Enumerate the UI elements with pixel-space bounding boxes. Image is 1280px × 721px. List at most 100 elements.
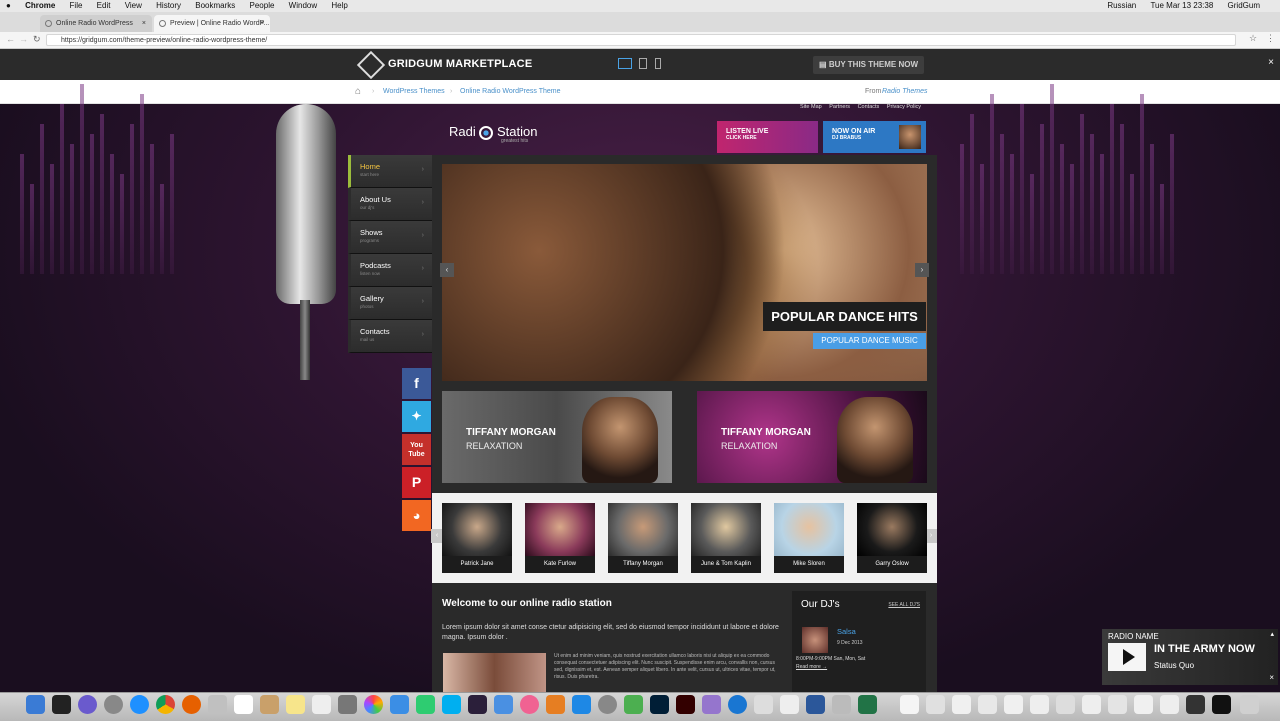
menu-item-shows[interactable]: Shows programs › xyxy=(348,221,432,254)
menu-item-gallery[interactable]: Gallery photos › xyxy=(348,287,432,320)
trash-icon[interactable] xyxy=(1240,695,1259,714)
menu-people[interactable]: People xyxy=(250,0,275,12)
play-button[interactable] xyxy=(1108,643,1146,671)
home-icon[interactable]: ⌂ xyxy=(355,80,361,103)
dj-card[interactable]: Tiffany Morgan xyxy=(608,503,678,573)
document-icon[interactable] xyxy=(978,695,997,714)
player-close-icon[interactable]: × xyxy=(1269,673,1274,682)
document-icon[interactable] xyxy=(1004,695,1023,714)
buy-theme-button[interactable]: ▤ BUY THIS THEME NOW xyxy=(813,56,924,74)
see-all-djs-link[interactable]: SEE ALL DJ'S xyxy=(888,602,920,608)
photoshop-icon[interactable] xyxy=(650,695,669,714)
user-name[interactable]: GridGum xyxy=(1228,0,1260,12)
read-more-link[interactable]: Read more → xyxy=(796,664,827,670)
word-icon[interactable] xyxy=(806,695,825,714)
tab-close-icon[interactable]: × xyxy=(260,15,264,32)
menu-item-podcasts[interactable]: Podcasts listen now › xyxy=(348,254,432,287)
slider-next-icon[interactable]: › xyxy=(915,263,929,277)
reminders-icon[interactable] xyxy=(312,695,331,714)
menu-view[interactable]: View xyxy=(125,0,142,12)
tablet-view-icon[interactable] xyxy=(639,58,647,69)
bookmark-star-icon[interactable]: ☆ xyxy=(1249,33,1257,44)
site-logo[interactable]: Radi Station greatest hits xyxy=(449,124,537,144)
tab-close-icon[interactable]: × xyxy=(142,15,146,32)
menu-app-name[interactable]: Chrome xyxy=(25,0,55,12)
app-icon[interactable] xyxy=(832,695,851,714)
document-icon[interactable] xyxy=(1160,695,1179,714)
dj-avatar[interactable] xyxy=(802,627,828,653)
listen-live-button[interactable]: LISTEN LIVE CLICK HERE xyxy=(717,121,818,153)
browser-tab[interactable]: Online Radio WordPress Theme × xyxy=(40,15,152,44)
dj-card[interactable]: Kate Furlow xyxy=(525,503,595,573)
document-icon[interactable] xyxy=(926,695,945,714)
document-icon[interactable] xyxy=(1056,695,1075,714)
app-icon[interactable] xyxy=(728,695,747,714)
gridgum-brand[interactable]: GRIDGUM MARKETPLACE xyxy=(388,58,532,70)
input-language[interactable]: Russian xyxy=(1107,0,1136,12)
dj-show-name[interactable]: Salsa xyxy=(837,627,856,636)
menu-help[interactable]: Help xyxy=(331,0,347,12)
browser-menu-icon[interactable]: ⋮ xyxy=(1266,33,1275,44)
document-icon[interactable] xyxy=(1030,695,1049,714)
menu-edit[interactable]: Edit xyxy=(97,0,111,12)
back-icon[interactable]: ← xyxy=(6,34,15,44)
finder-icon[interactable] xyxy=(26,695,45,714)
menu-item-contacts[interactable]: Contacts mail us › xyxy=(348,320,432,353)
breadcrumb-wordpress-themes[interactable]: WordPress Themes xyxy=(383,80,445,103)
facetime-icon[interactable] xyxy=(416,695,435,714)
app-icon[interactable] xyxy=(780,695,799,714)
address-bar[interactable]: https://gridgum.com/theme-preview/online… xyxy=(46,34,1236,46)
soundcloud-icon[interactable]: ◕ xyxy=(402,500,431,531)
stickies-icon[interactable] xyxy=(286,695,305,714)
document-icon[interactable] xyxy=(952,695,971,714)
terminal-icon[interactable] xyxy=(52,695,71,714)
desktop-view-icon[interactable] xyxy=(618,58,632,69)
forward-icon[interactable]: → xyxy=(19,34,28,44)
slide-subtitle-button[interactable]: POPULAR DANCE MUSIC xyxy=(813,333,926,349)
slider-prev-icon[interactable]: ‹ xyxy=(440,263,454,277)
app-icon[interactable] xyxy=(624,695,643,714)
ibooks-icon[interactable] xyxy=(546,695,565,714)
app-icon[interactable] xyxy=(702,695,721,714)
promo-banner[interactable]: TIFFANY MORGAN RELAXATION xyxy=(442,391,672,483)
document-icon[interactable] xyxy=(1212,695,1231,714)
app-icon[interactable] xyxy=(754,695,773,714)
skype-icon[interactable] xyxy=(442,695,461,714)
from-link[interactable]: Radio Themes xyxy=(882,80,928,103)
dj-card[interactable]: Garry Oslow xyxy=(857,503,927,573)
photos-icon[interactable] xyxy=(364,695,383,714)
topnav-sitemap[interactable]: Site Map xyxy=(800,104,822,110)
app-store-icon[interactable] xyxy=(572,695,591,714)
reload-icon[interactable]: ↻ xyxy=(33,34,41,45)
app-icon[interactable] xyxy=(494,695,513,714)
player-collapse-icon[interactable]: ▴ xyxy=(1270,630,1274,638)
phpstorm-icon[interactable] xyxy=(468,695,487,714)
dj-card[interactable]: Patrick Jane xyxy=(442,503,512,573)
document-icon[interactable] xyxy=(1134,695,1153,714)
menu-item-about[interactable]: About Us our dj's › xyxy=(348,188,432,221)
menu-bookmarks[interactable]: Bookmarks xyxy=(195,0,235,12)
facebook-icon[interactable]: f xyxy=(402,368,431,399)
menu-file[interactable]: File xyxy=(70,0,83,12)
twitter-icon[interactable]: ✦ xyxy=(402,401,431,432)
chrome-icon[interactable] xyxy=(156,695,175,714)
notes-app-icon[interactable] xyxy=(260,695,279,714)
breadcrumb-online-radio[interactable]: Online Radio WordPress Theme xyxy=(460,80,561,103)
dj-card[interactable]: Mike Sloren xyxy=(774,503,844,573)
excel-icon[interactable] xyxy=(858,695,877,714)
illustrator-icon[interactable] xyxy=(676,695,695,714)
gridgum-logo-icon[interactable] xyxy=(356,50,386,80)
contacts-icon[interactable] xyxy=(338,695,357,714)
browser-tab-active[interactable]: Preview | Online Radio WordP... × xyxy=(154,15,270,32)
pinterest-icon[interactable]: P xyxy=(402,467,431,498)
firefox-icon[interactable] xyxy=(182,695,201,714)
topnav-contacts[interactable]: Contacts xyxy=(858,104,880,110)
system-preferences-icon[interactable] xyxy=(598,695,617,714)
menu-history[interactable]: History xyxy=(156,0,181,12)
siri-icon[interactable] xyxy=(78,695,97,714)
calendar-icon[interactable] xyxy=(234,695,253,714)
mobile-view-icon[interactable] xyxy=(655,58,661,69)
safari-icon[interactable] xyxy=(130,695,149,714)
dj-card[interactable]: June & Tom Kaplin xyxy=(691,503,761,573)
close-preview-icon[interactable]: × xyxy=(1268,57,1274,68)
